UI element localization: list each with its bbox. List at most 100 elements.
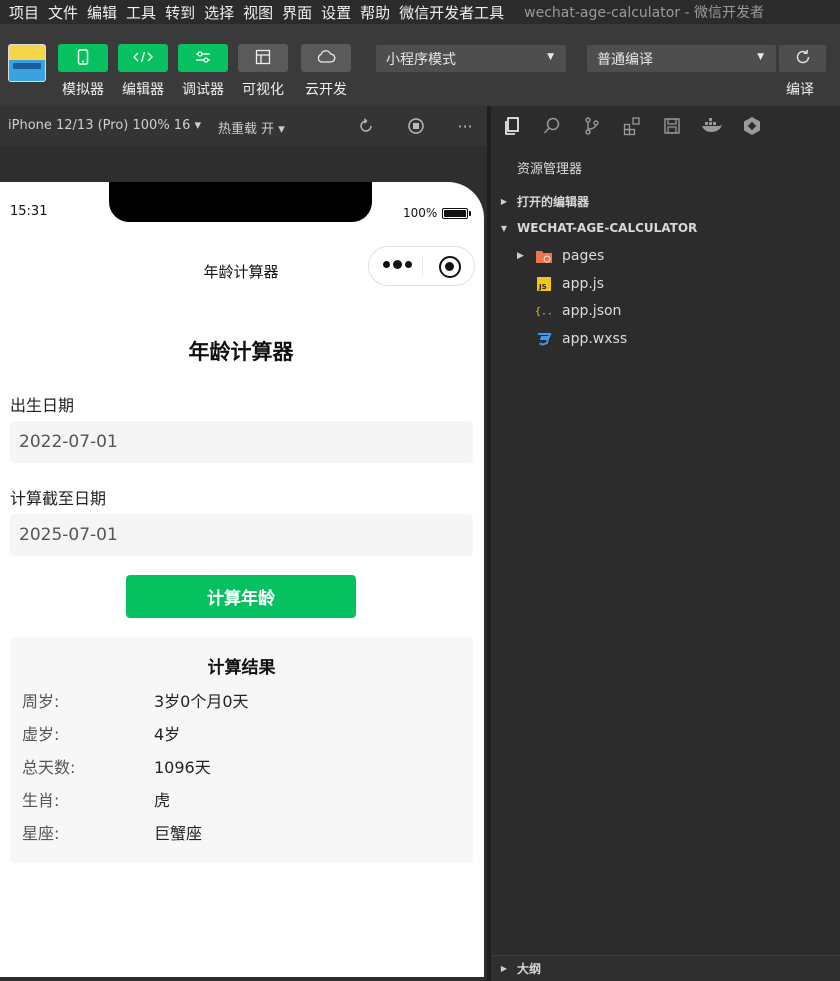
menu-help[interactable]: 帮助	[360, 2, 390, 23]
extensions-icon[interactable]	[621, 115, 643, 137]
battery-status: 100%	[403, 206, 472, 220]
tree-item-label: app.json	[562, 303, 622, 319]
tree-item-app-js[interactable]: JS app.js	[491, 271, 840, 297]
menu-devtools[interactable]: 微信开发者工具	[399, 2, 504, 23]
simulator-header: iPhone 12/13 (Pro) 100% 16 ▾ 热重载 开 ▾ ···	[0, 106, 490, 146]
menu-view[interactable]: 视图	[243, 2, 273, 23]
menu-select[interactable]: 选择	[204, 2, 234, 23]
battery-icon	[442, 207, 469, 219]
device-select[interactable]: iPhone 12/13 (Pro) 100% 16 ▾	[8, 118, 201, 133]
capsule-menu[interactable]	[368, 246, 475, 286]
birth-date-value: 2022-07-01	[19, 432, 118, 452]
menu-edit[interactable]: 编辑	[87, 2, 117, 23]
hot-reload-value: 热重载 开	[218, 122, 275, 137]
result-key: 总天数:	[22, 758, 76, 777]
project-label: WECHAT-AGE-CALCULATOR	[517, 221, 698, 235]
compile-label: 编译	[786, 82, 814, 98]
status-time: 15:31	[10, 204, 48, 219]
mode-select[interactable]: 小程序模式 ▼	[376, 45, 566, 72]
result-value: 虎	[154, 791, 171, 810]
outline-label: 大纲	[517, 962, 542, 976]
tree-item-label: pages	[562, 248, 605, 264]
simulator-label: 模拟器	[62, 82, 104, 98]
menu-interface[interactable]: 界面	[282, 2, 312, 23]
project-section[interactable]: ▼ WECHAT-AGE-CALCULATOR	[491, 215, 840, 241]
more-dots-icon[interactable]	[383, 260, 415, 269]
result-title: 计算结果	[207, 658, 276, 678]
toolbar: 模拟器 编辑器 调试器 可视化 云开发 小程序模式 ▼ 普通编译 ▼ 编译	[0, 24, 840, 106]
docker-icon[interactable]	[701, 115, 723, 137]
json-file-icon: {..}	[535, 303, 553, 319]
close-capsule-icon[interactable]	[439, 256, 461, 278]
debugger-button[interactable]	[178, 44, 228, 72]
folder-icon	[535, 248, 553, 264]
cloud-icon	[316, 49, 336, 67]
chevron-right-icon: ▶	[500, 964, 508, 973]
chevron-right-icon: ▶	[517, 251, 524, 261]
project-logo[interactable]	[8, 44, 46, 82]
result-value: 1096天	[154, 758, 211, 777]
end-date-value: 2025-07-01	[19, 525, 118, 545]
tree-item-pages[interactable]: ▶ pages	[491, 243, 840, 269]
tree-item-label: app.js	[562, 276, 604, 292]
explorer-panel: 资源管理器 ▶ 打开的编辑器 ▼ WECHAT-AGE-CALCULATOR ▶…	[491, 106, 840, 981]
visual-label: 可视化	[242, 82, 284, 98]
rotate-icon[interactable]	[356, 116, 376, 136]
plugin-icon[interactable]	[741, 115, 763, 137]
more-icon[interactable]: ···	[455, 116, 475, 136]
menu-project[interactable]: 项目	[9, 2, 39, 23]
menu-file[interactable]: 文件	[48, 2, 78, 23]
wxss-file-icon	[535, 331, 553, 347]
open-editors-label: 打开的编辑器	[517, 194, 590, 209]
menu-goto[interactable]: 转到	[165, 2, 195, 23]
cloud-label: 云开发	[305, 82, 347, 98]
result-key: 虚岁:	[22, 725, 60, 744]
stop-icon[interactable]	[406, 116, 426, 136]
result-panel: 计算结果 周岁: 3岁0个月0天 虚岁: 4岁 总天数: 1096天 生肖: 虎…	[10, 637, 473, 863]
device-select-value: iPhone 12/13 (Pro) 100% 16	[8, 118, 191, 133]
search-icon[interactable]	[541, 115, 563, 137]
svg-text:{..}: {..}	[535, 307, 553, 318]
open-editors-section[interactable]: ▶ 打开的编辑器	[491, 188, 840, 214]
compile-select[interactable]: 普通编译 ▼	[587, 45, 776, 72]
explorer-icon[interactable]	[501, 115, 523, 137]
menu-settings[interactable]: 设置	[321, 2, 351, 23]
editor-label: 编辑器	[122, 82, 164, 98]
save-icon[interactable]	[661, 115, 683, 137]
source-control-icon[interactable]	[581, 115, 603, 137]
calculate-button[interactable]: 计算年龄	[126, 575, 356, 618]
svg-text:JS: JS	[538, 283, 547, 291]
birth-date-picker[interactable]: 2022-07-01	[10, 421, 473, 463]
editor-button[interactable]	[118, 44, 168, 72]
cloud-button[interactable]	[301, 44, 351, 72]
phone-screen: 15:31 100% 年龄计算器 年龄计算器 出生日期 2022-07-01 计…	[0, 182, 484, 977]
caret-down-icon: ▼	[547, 52, 554, 62]
outline-section[interactable]: ▶ 大纲	[491, 955, 840, 981]
result-value: 4岁	[154, 725, 181, 744]
window-title: wechat-age-calculator - 微信开发者	[524, 5, 765, 21]
tree-item-label: app.wxss	[562, 331, 628, 347]
chevron-right-icon: ▶	[500, 196, 508, 206]
activity-bar	[491, 106, 840, 146]
mode-select-value: 小程序模式	[386, 51, 456, 68]
debugger-label: 调试器	[182, 82, 224, 98]
end-date-picker[interactable]: 2025-07-01	[10, 514, 473, 556]
debug-icon	[195, 50, 211, 66]
explorer-title: 资源管理器	[517, 162, 583, 177]
compile-button[interactable]	[779, 45, 826, 72]
result-key: 生肖:	[22, 791, 60, 810]
simulator-button[interactable]	[58, 44, 108, 72]
menu-bar: 项目 文件 编辑 工具 转到 选择 视图 界面 设置 帮助 微信开发者工具 we…	[0, 0, 840, 24]
result-key: 星座:	[22, 824, 60, 843]
result-key: 周岁:	[22, 692, 60, 711]
tree-item-app-wxss[interactable]: app.wxss	[491, 326, 840, 352]
birth-date-label: 出生日期	[10, 396, 75, 415]
compile-select-value: 普通编译	[597, 51, 653, 68]
layout-icon	[255, 49, 271, 68]
tree-item-app-json[interactable]: {..} app.json	[491, 298, 840, 324]
hot-reload-toggle[interactable]: 热重载 开 ▾	[218, 118, 285, 137]
caret-down-icon: ▼	[757, 52, 764, 62]
phone-icon	[77, 48, 89, 68]
visual-button[interactable]	[238, 44, 288, 72]
menu-tools[interactable]: 工具	[126, 2, 156, 23]
